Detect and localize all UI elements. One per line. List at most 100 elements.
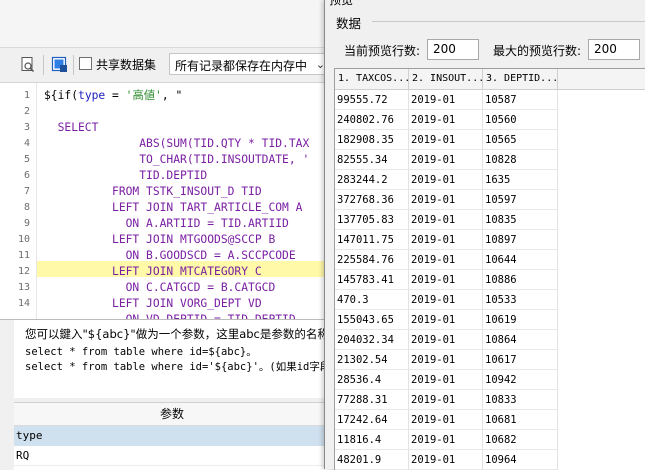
table-row[interactable]: 155043.65 2019-01 10619 [335,310,559,330]
current-rows-field[interactable]: 200 [427,39,479,60]
line-number: 5 [23,154,30,165]
table-cell: 2019-01 [409,250,483,270]
table-cell: 48201.9 [335,450,409,470]
table-cell: 17242.64 [335,410,409,430]
table-cell: 2019-01 [409,110,483,130]
table-cell: 2019-01 [409,330,483,350]
table-cell: 182908.35 [335,130,409,150]
table-cell: 283244.2 [335,170,409,190]
table-cell: 10533 [483,290,558,310]
code-line: TO_CHAR(TID.INSOUTDATE, ' [44,153,310,166]
line-number: 2 [23,106,30,117]
table-row[interactable]: 99555.72 2019-01 10587 [335,90,559,110]
parameter-row[interactable]: RQ [14,446,330,466]
line-number: 7 [23,186,30,197]
parameters-title: 参数 [14,403,330,426]
table-cell: 21302.54 [335,350,409,370]
table-cell: 2019-01 [409,290,483,310]
table-cell: 10560 [483,110,558,130]
search-document-icon[interactable] [19,56,37,74]
code-line: LEFT JOIN MTCATEGORY C [44,265,262,278]
table-row[interactable]: 182908.35 2019-01 10565 [335,130,559,150]
storage-mode-value: 所有记录都保存在内存中 [175,59,308,73]
table-cell: 372768.36 [335,190,409,210]
code-line: LEFT JOIN TART_ARTICLE_COM A [44,201,303,214]
code-line: LEFT JOIN VORG_DEPT VD [44,297,262,310]
table-row[interactable]: 147011.75 2019-01 10897 [335,230,559,250]
table-cell: 10619 [483,310,558,330]
table-cell: 99555.72 [335,90,409,110]
table-cell: 155043.65 [335,310,409,330]
table-row[interactable]: 283244.2 2019-01 1635 [335,170,559,190]
table-cell: 10864 [483,330,558,350]
sql-editor[interactable]: 1 2 3 4 5 6 7 8 9 10 11 12 13 14 ${if(ty… [0,83,330,320]
table-row[interactable]: 28536.4 2019-01 10942 [335,370,559,390]
table-cell: 10617 [483,350,558,370]
table-row[interactable]: 240802.76 2019-01 10560 [335,110,559,130]
group-divider [372,21,645,22]
table-cell: 10644 [483,250,558,270]
table-cell: 2019-01 [409,190,483,210]
column-header[interactable]: 1. TAXCOS... [335,69,409,89]
table-row[interactable]: 204032.34 2019-01 10864 [335,330,559,350]
table-cell: 470.3 [335,290,409,310]
table-row[interactable]: 21302.54 2019-01 10617 [335,350,559,370]
code-line: ON B.GOODSCD = A.SCCPCODE [44,249,296,262]
line-number: 8 [23,202,30,213]
table-cell: 10897 [483,230,558,250]
editor-toolbar: 共享数据集 所有记录都保存在内存中 ⌄ [0,48,330,83]
table-row[interactable]: 137705.83 2019-01 10835 [335,210,559,230]
line-number-gutter: 1 2 3 4 5 6 7 8 9 10 11 12 13 14 [0,83,37,319]
hint-example: select * from table where id='${abc}'。(如… [25,361,330,373]
share-dataset-label: 共享数据集 [96,58,157,72]
line-number: 6 [23,170,30,181]
dataset-editor-window: 共享数据集 所有记录都保存在内存中 ⌄ 1 2 3 4 5 6 7 8 9 10… [0,0,330,470]
table-cell: 10835 [483,210,558,230]
table-row[interactable]: 82555.34 2019-01 10828 [335,150,559,170]
table-cell: 2019-01 [409,130,483,150]
table-cell: 10964 [483,450,558,470]
table-row[interactable]: 17242.64 2019-01 10681 [335,410,559,430]
table-cell: 2019-01 [409,310,483,330]
table-row[interactable]: 470.3 2019-01 10533 [335,290,559,310]
line-number: 4 [23,138,30,149]
preview-data-icon[interactable] [51,56,69,74]
table-cell: 147011.75 [335,230,409,250]
code-line: FROM TSTK_INSOUT_D TID [44,185,262,198]
table-cell: 2019-01 [409,410,483,430]
table-row[interactable]: 48201.9 2019-01 10964 [335,450,559,470]
table-row[interactable]: 372768.36 2019-01 10597 [335,190,559,210]
parameter-hint: 您可以鍵入"${abc}"做为一个参数，这里abc是参数的名称 select *… [14,320,330,398]
line-number: 12 [17,266,30,277]
share-dataset-checkbox[interactable] [79,57,92,70]
table-cell: 10681 [483,410,558,430]
column-header[interactable]: 3. DEPTID... [483,69,558,89]
table-cell: 2019-01 [409,390,483,410]
max-rows-field[interactable]: 200 [588,39,640,60]
table-cell: 2019-01 [409,210,483,230]
dialog-title: 预览 [329,0,354,7]
column-header[interactable]: 2. INSOUT... [409,69,483,89]
table-cell: 10833 [483,390,558,410]
code-line: ON C.CATGCD = B.CATGCD [44,281,276,294]
table-row[interactable]: 11816.4 2019-01 10682 [335,430,559,450]
current-rows-label: 当前预览行数: [344,44,421,58]
parameters-panel: 参数 type RQ [14,402,330,470]
table-cell: 10682 [483,430,558,450]
preview-dialog: 预览 数据 当前预览行数: 200 最大的预览行数: 200 1. TAXCOS… [324,0,645,470]
storage-mode-select[interactable]: 所有记录都保存在内存中 ⌄ [169,53,329,75]
table-cell: 2019-01 [409,350,483,370]
data-group-label: 数据 [336,16,362,31]
code-line: LEFT JOIN MTGOODS@SCCP B [44,233,276,246]
table-cell: 2019-01 [409,90,483,110]
table-cell: 11816.4 [335,430,409,450]
table-cell: 82555.34 [335,150,409,170]
table-row[interactable]: 225584.76 2019-01 10644 [335,250,559,270]
table-row[interactable]: 77288.31 2019-01 10833 [335,390,559,410]
table-cell: 10587 [483,90,558,110]
preview-grid[interactable]: 1. TAXCOS... 2. INSOUT... 3. DEPTID... 9… [334,68,645,470]
grid-header: 1. TAXCOS... 2. INSOUT... 3. DEPTID... [335,69,645,90]
table-cell: 10886 [483,270,558,290]
table-row[interactable]: 145783.41 2019-01 10886 [335,270,559,290]
table-cell: 77288.31 [335,390,409,410]
